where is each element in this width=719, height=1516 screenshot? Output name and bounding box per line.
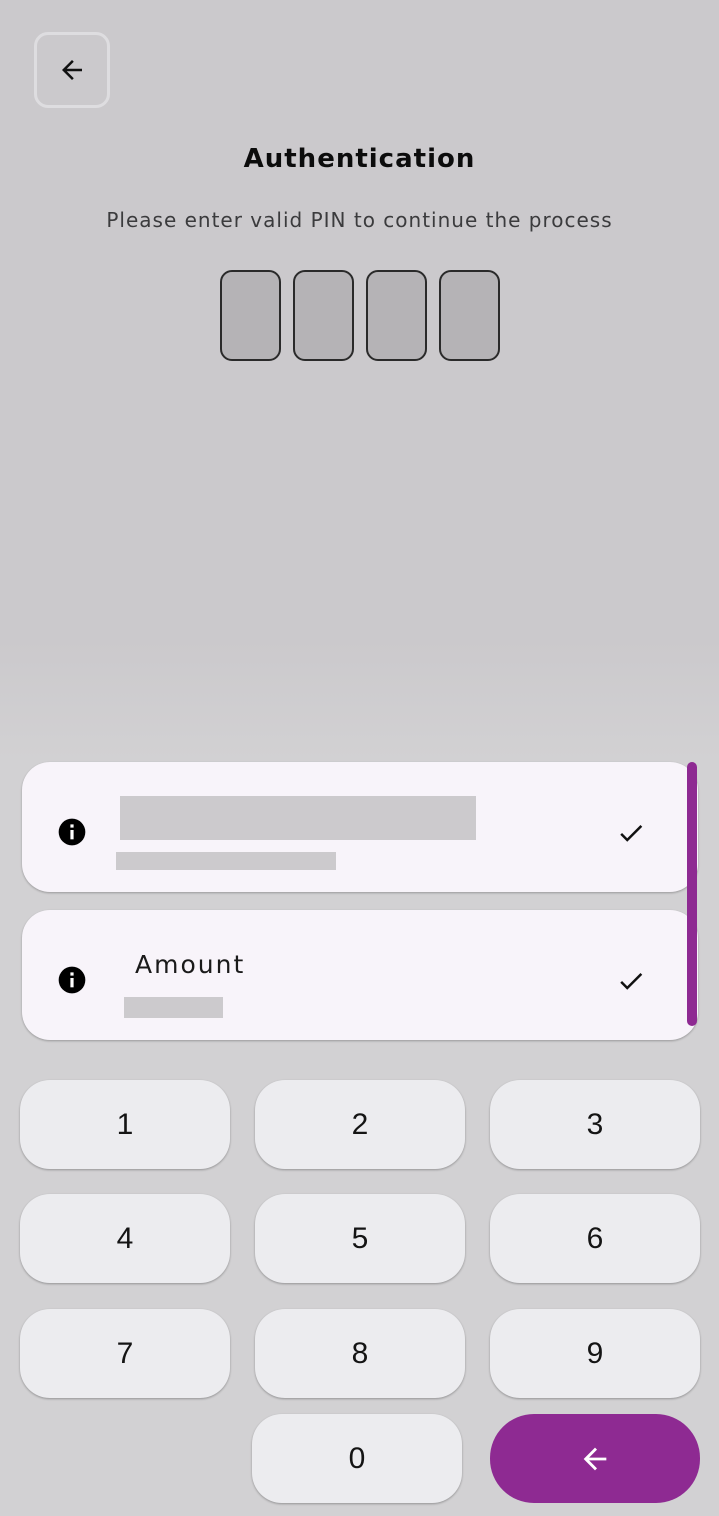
key-3[interactable]: 3 <box>490 1080 700 1169</box>
pin-digit-1[interactable] <box>220 270 281 361</box>
key-4[interactable]: 4 <box>20 1194 230 1283</box>
info-card-amount: Amount <box>22 910 698 1040</box>
key-8[interactable]: 8 <box>255 1309 465 1398</box>
info-icon <box>58 966 86 994</box>
backspace-button[interactable] <box>490 1414 700 1503</box>
pin-digit-3[interactable] <box>366 270 427 361</box>
redacted-label <box>120 796 476 840</box>
check-icon <box>620 972 643 990</box>
key-7[interactable]: 7 <box>20 1309 230 1398</box>
list-scrollbar[interactable] <box>687 762 697 1026</box>
key-9[interactable]: 9 <box>490 1309 700 1398</box>
key-5[interactable]: 5 <box>255 1194 465 1283</box>
amount-value <box>124 997 223 1018</box>
pin-input-row[interactable] <box>220 270 500 361</box>
info-icon <box>58 818 86 846</box>
key-2[interactable]: 2 <box>255 1080 465 1169</box>
transaction-details-list[interactable]: Amount <box>22 762 698 1058</box>
info-card-1 <box>22 762 698 892</box>
amount-label: Amount <box>135 950 246 979</box>
check-icon <box>620 824 643 842</box>
pin-digit-4[interactable] <box>439 270 500 361</box>
page-title: Authentication <box>243 144 476 174</box>
back-button[interactable] <box>34 32 110 108</box>
redacted-value <box>116 852 336 870</box>
arrow-left-icon <box>583 1447 607 1470</box>
arrow-left-icon <box>62 60 82 80</box>
key-0[interactable]: 0 <box>252 1414 462 1503</box>
pin-digit-2[interactable] <box>293 270 354 361</box>
key-1[interactable]: 1 <box>20 1080 230 1169</box>
key-6[interactable]: 6 <box>490 1194 700 1283</box>
page-subtitle: Please enter valid PIN to continue the p… <box>106 208 613 232</box>
